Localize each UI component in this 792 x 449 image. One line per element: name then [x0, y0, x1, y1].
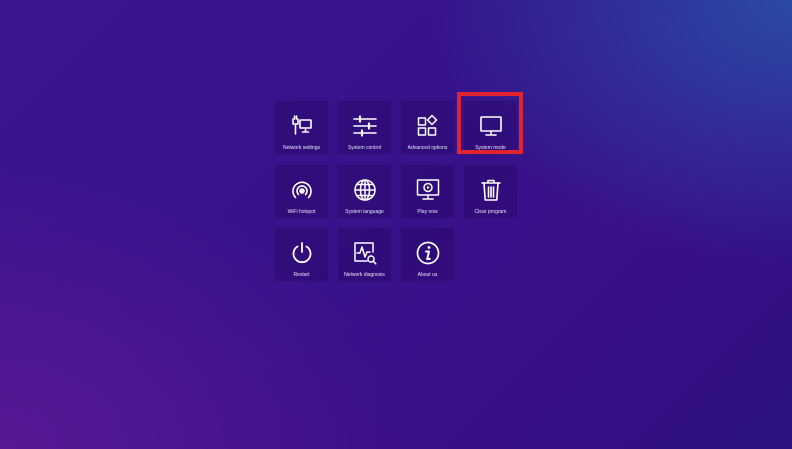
wifi-hotspot-tile[interactable]: WiFi hotspot [274, 164, 329, 219]
network-settings-icon [289, 113, 315, 139]
tile-label: Clear program [474, 209, 507, 215]
tile-label: About us [417, 272, 438, 278]
tile-label: Restart [293, 272, 310, 278]
about-us-tile[interactable]: About us [400, 227, 455, 282]
power-icon [289, 240, 315, 266]
wifi-hotspot-icon [289, 177, 315, 203]
clear-program-tile[interactable]: Clear program [463, 164, 518, 219]
trash-icon [478, 177, 504, 203]
advanced-options-tile[interactable]: Advanced options [400, 100, 455, 155]
info-icon [415, 240, 441, 266]
tile-label: System control [347, 145, 382, 151]
tile-label: Network settings [283, 145, 320, 151]
advanced-options-icon [415, 113, 441, 139]
settings-grid: Network settings System control Advanced… [274, 100, 524, 284]
play-now-tile[interactable]: Play now [400, 164, 455, 219]
tile-label: Play now [417, 209, 438, 215]
sliders-icon [352, 113, 378, 139]
tile-label: WiFi hotspot [287, 209, 316, 215]
tile-label: System language [345, 209, 384, 215]
monitor-icon [478, 113, 504, 139]
restart-tile[interactable]: Restart [274, 227, 329, 282]
system-language-tile[interactable]: System language [337, 164, 392, 219]
globe-icon [352, 177, 378, 203]
network-diagnosis-icon [352, 240, 378, 266]
system-mode-tile[interactable]: System mode [463, 100, 518, 155]
tile-label: Network diagnosis [344, 272, 385, 278]
network-settings-tile[interactable]: Network settings [274, 100, 329, 155]
network-diagnosis-tile[interactable]: Network diagnosis [337, 227, 392, 282]
tile-label: Advanced options [407, 145, 448, 151]
system-control-tile[interactable]: System control [337, 100, 392, 155]
tile-label: System mode [475, 145, 506, 151]
play-screen-icon [415, 177, 441, 203]
